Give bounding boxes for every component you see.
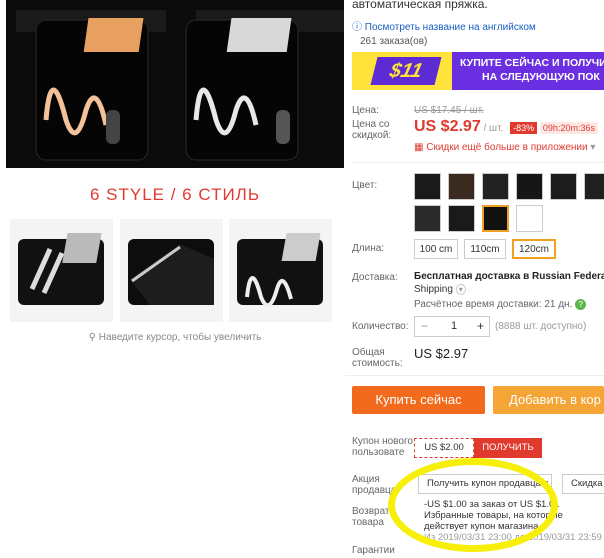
shipping-line-1: Бесплатная доставка в Russian Federation [414, 271, 604, 282]
gallery-thumb-3[interactable] [229, 219, 332, 322]
color-swatch-10[interactable] [516, 205, 543, 232]
orders-count: 261 заказа(ов) [360, 36, 428, 47]
quantity-available: (8888 шт. доступно) [495, 321, 587, 332]
discount-badge: -83% [510, 122, 538, 134]
thumb-image [229, 219, 332, 322]
style-title: 6 STYLE / 6 СТИЛЬ [89, 185, 260, 204]
new-user-label-line-1: Купон нового [352, 436, 413, 447]
total-value: US $2.97 [414, 346, 469, 361]
total-label: Общая стоимость: [352, 347, 403, 369]
add-to-cart-button[interactable]: Добавить в кор [493, 386, 604, 414]
total-label-line-2: стоимость: [352, 358, 403, 369]
seller-label-line-1: Акция [352, 474, 380, 485]
gallery-thumb-2[interactable] [120, 219, 223, 322]
color-label: Цвет: [352, 180, 378, 191]
delivery-estimate: Расчётное время доставки: 21 дн. ? [414, 299, 587, 310]
main-product-image[interactable] [6, 0, 344, 168]
return-label-line-2: товара [352, 517, 384, 528]
length-label: Длина: [352, 243, 385, 254]
discount-price-label: Цена со скидкой: [352, 119, 392, 141]
zoom-hint-text: Наведите курсор, чтобы увеличить [98, 332, 262, 343]
belt-buckles-photo [6, 0, 344, 168]
price-unit: / шт. [483, 123, 504, 134]
promo-line-2: НА СЛЕДУЮЩУЮ ПОК [482, 71, 600, 83]
qr-icon: ▦ [414, 142, 424, 153]
highlight-annotation [388, 458, 558, 552]
length-option-120-selected[interactable]: 120cm [512, 239, 556, 259]
magnifier-icon: ⚲ [88, 332, 96, 343]
discount-price-row: US $2.97 / шт. -83% 09h:20m:36s [414, 118, 598, 136]
view-english-link[interactable]: ⓘ Посмотреть название на английском [352, 18, 536, 33]
app-discount-link[interactable]: ▦ Скидки ещё больше в приложении ▾ [414, 142, 595, 153]
new-user-coupon-label: Купон нового пользовате [352, 436, 413, 458]
app-discount-text[interactable]: Скидки ещё больше в приложении [426, 142, 587, 153]
buy-now-button[interactable]: Купить сейчас [352, 386, 485, 414]
chevron-down-icon: ▾ [590, 142, 596, 153]
color-swatch-5[interactable] [550, 173, 577, 200]
color-swatch-7[interactable] [414, 205, 441, 232]
quantity-plus-button[interactable]: + [477, 319, 484, 333]
new-user-coupon-value: US $2.00 [414, 438, 474, 458]
promo-banner-text: КУПИТЕ СЕЙЧАС И ПОЛУЧИТ НА СЛЕДУЮЩУЮ ПОК [452, 52, 604, 90]
gallery-thumb-1[interactable] [10, 219, 113, 322]
return-label-line-1: Возврат [352, 506, 390, 517]
color-swatch-6[interactable] [584, 173, 604, 200]
promo-banner-left: $11 [352, 52, 452, 90]
delivery-estimate-text: Расчётное время доставки: 21 дн. [414, 299, 573, 310]
price-label: Цена: [352, 105, 379, 116]
chevron-down-icon: ▾ [455, 284, 466, 295]
total-label-line-1: Общая [352, 347, 385, 358]
return-label: Возврат товара [352, 506, 390, 528]
color-swatch-4[interactable] [516, 173, 543, 200]
info-icon: ⓘ [352, 22, 362, 33]
get-coupon-button[interactable]: ПОЛУЧИТЬ [474, 438, 542, 458]
new-user-label-line-2: пользовате [352, 447, 405, 458]
color-swatch-8[interactable] [448, 205, 475, 232]
quantity-minus-button[interactable]: − [421, 319, 428, 333]
divider [352, 162, 604, 163]
color-swatch-3[interactable] [482, 173, 509, 200]
thumb-image [10, 219, 113, 322]
shipping-method-text[interactable]: Shipping [414, 284, 453, 295]
quantity-value[interactable]: 1 [451, 320, 457, 332]
zoom-hint: ⚲ Наведите курсор, чтобы увеличить [6, 332, 344, 343]
color-swatch-2[interactable] [448, 173, 475, 200]
current-price: US $2.97 [414, 118, 481, 135]
shipping-label: Доставка: [352, 272, 398, 283]
thumb-image [120, 219, 223, 322]
discount-dropdown[interactable]: Скидка 5 [562, 474, 604, 494]
view-english-text[interactable]: Посмотреть название на английском [365, 22, 536, 33]
guarantee-label: Гарантии [352, 545, 395, 556]
product-description: автоматическая пряжка. [352, 0, 488, 11]
length-option-100[interactable]: 100 cm [414, 239, 458, 259]
quantity-label: Количество: [352, 321, 409, 332]
length-option-110[interactable]: 110cm [464, 239, 506, 259]
divider [345, 375, 604, 376]
color-swatch-1[interactable] [414, 173, 441, 200]
help-icon[interactable]: ? [575, 299, 587, 310]
quantity-stepper[interactable]: − 1 + [414, 316, 490, 337]
old-price: US $17.45 / шт. [414, 105, 484, 116]
color-swatch-9-selected[interactable] [482, 205, 509, 232]
shipping-method[interactable]: Shipping ▾ [414, 284, 466, 295]
promo-amount: $11 [370, 57, 442, 85]
countdown-timer: 09h:20m:36s [539, 122, 598, 134]
promo-line-1: КУПИТЕ СЕЙЧАС И ПОЛУЧИТ [460, 57, 604, 69]
promo-banner[interactable]: $11 КУПИТЕ СЕЙЧАС И ПОЛУЧИТ НА СЛЕДУЮЩУЮ… [352, 52, 604, 90]
